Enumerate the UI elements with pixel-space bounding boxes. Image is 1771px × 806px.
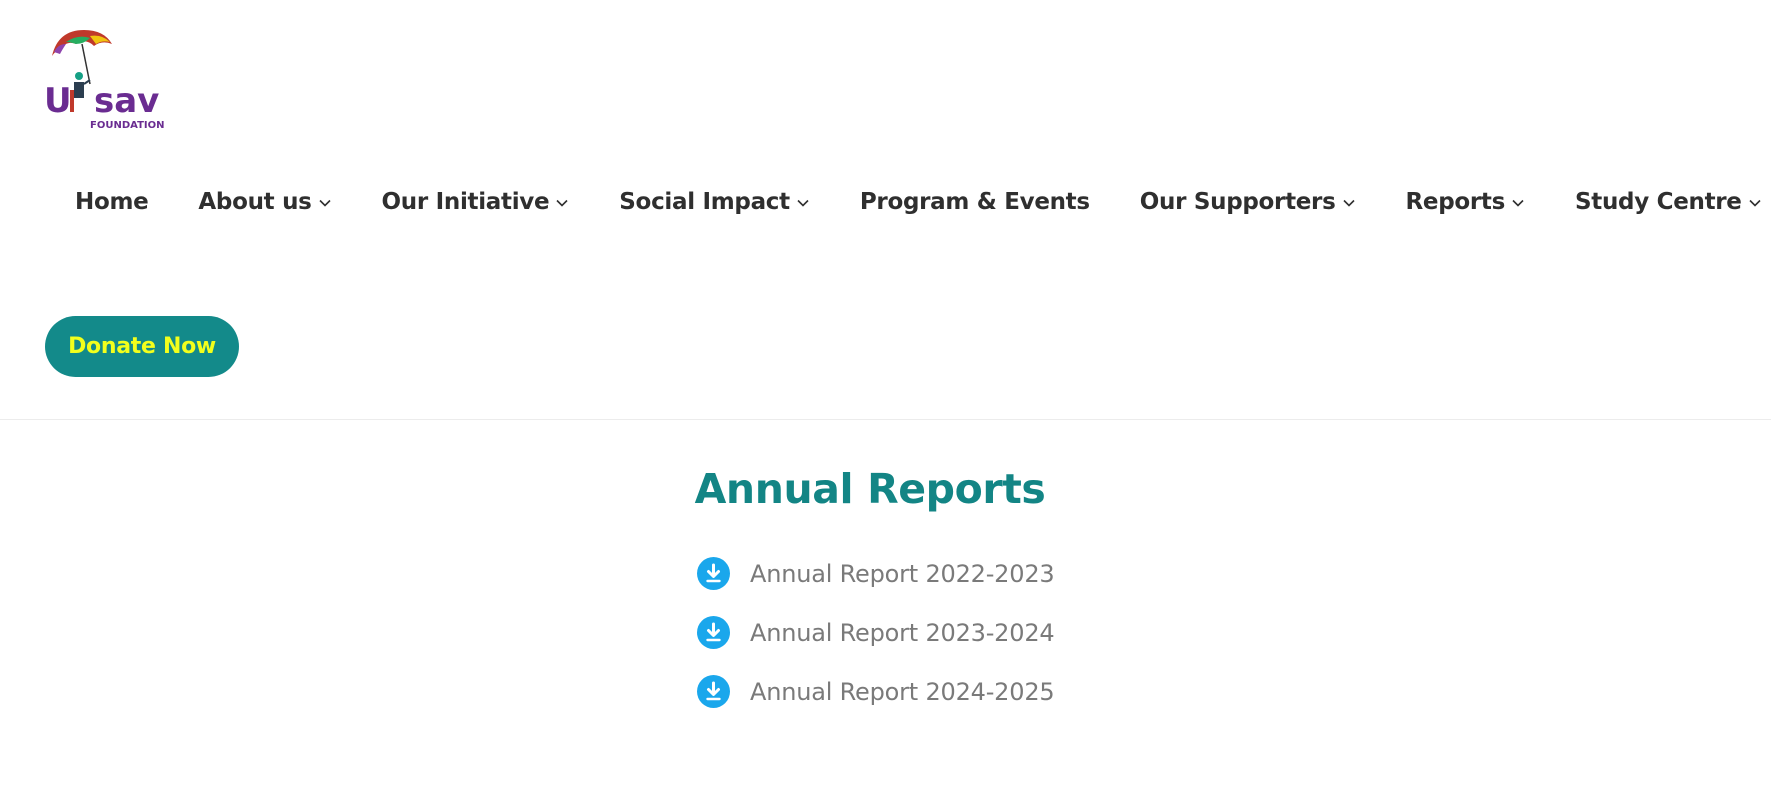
chevron-down-icon [318, 199, 331, 207]
download-icon [697, 616, 730, 649]
report-label: Annual Report 2023-2024 [750, 618, 1055, 647]
download-icon [697, 557, 730, 590]
chevron-down-icon [1749, 199, 1761, 207]
report-link-2024-2025[interactable]: Annual Report 2024-2025 [697, 662, 1117, 721]
download-icon [697, 675, 730, 708]
donate-now-button[interactable]: Donate Now [45, 316, 239, 377]
nav-item-label: Reports [1405, 189, 1506, 215]
nav-item-reports[interactable]: Reports [1381, 189, 1551, 215]
chevron-down-icon [556, 199, 568, 207]
nav-item-label: Home [75, 189, 149, 215]
nav-item-label: About us [198, 189, 312, 215]
nav-item-our-initiative[interactable]: Our Initiative [357, 189, 595, 215]
report-label: Annual Report 2022-2023 [750, 559, 1055, 588]
nav-item-study-centre[interactable]: Study Centre [1550, 189, 1771, 215]
chevron-down-icon [1342, 199, 1355, 207]
site-logo[interactable]: U sav FOUNDATION [44, 28, 178, 132]
nav-item-home[interactable]: Home [50, 189, 173, 215]
report-link-2022-2023[interactable]: Annual Report 2022-2023 [697, 544, 1117, 603]
annual-reports-list: Annual Report 2022-2023 Annual Report 20… [697, 544, 1117, 721]
svg-text:FOUNDATION: FOUNDATION [90, 120, 165, 131]
umbrella-logo-icon: U sav FOUNDATION [44, 30, 165, 131]
nav-item-label: Our Initiative [381, 189, 550, 215]
svg-text:sav: sav [94, 81, 159, 121]
nav-item-label: Social Impact [619, 189, 790, 215]
report-link-2023-2024[interactable]: Annual Report 2023-2024 [697, 603, 1117, 662]
main-nav: Home About us Our Initiative Social Impa… [50, 180, 1771, 224]
nav-item-label: Our Supporters [1139, 189, 1336, 215]
nav-item-social-impact[interactable]: Social Impact [594, 189, 835, 215]
nav-item-program-events[interactable]: Program & Events [835, 189, 1115, 215]
header-divider [0, 419, 1771, 420]
nav-item-label: Study Centre [1575, 189, 1742, 215]
page-title: Annual Reports [694, 465, 1046, 513]
report-label: Annual Report 2024-2025 [750, 677, 1055, 706]
nav-item-our-supporters[interactable]: Our Supporters [1115, 189, 1381, 215]
chevron-down-icon [797, 199, 809, 207]
nav-item-label: Program & Events [859, 189, 1090, 215]
nav-item-about-us[interactable]: About us [173, 189, 356, 215]
svg-text:U: U [44, 81, 72, 121]
chevron-down-icon [1512, 199, 1524, 207]
